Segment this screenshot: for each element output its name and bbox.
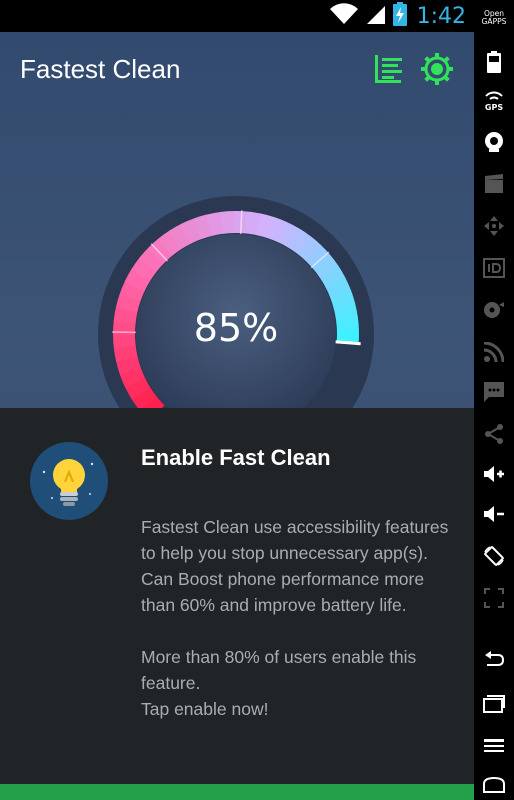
gauge-arc-segment bbox=[277, 221, 300, 248]
gps-label: GPS bbox=[485, 103, 503, 112]
emulator-toolbar: Open GAPPS GPS bbox=[474, 0, 514, 800]
gauge-arc-segment bbox=[267, 217, 288, 243]
gauge-arc-segment bbox=[131, 257, 157, 282]
gauge-arc-segment bbox=[313, 254, 339, 279]
gauge-arc-segment bbox=[169, 223, 192, 250]
id-icon[interactable] bbox=[482, 256, 506, 280]
app-bar: Fastest Clean bbox=[0, 32, 474, 108]
dialog-title: Enable Fast Clean bbox=[141, 445, 331, 470]
gauge-arc-segment bbox=[138, 247, 165, 273]
gauge-arc-segment bbox=[319, 265, 346, 289]
gauge-arc-segment bbox=[124, 269, 151, 292]
settings-gear-icon bbox=[421, 53, 453, 85]
gauge-arc-segment bbox=[119, 281, 145, 302]
back-icon[interactable] bbox=[482, 648, 506, 672]
app-title: Fastest Clean bbox=[20, 54, 181, 84]
gauge-arc-segment bbox=[119, 367, 146, 388]
gauge-arc-segment bbox=[330, 289, 356, 310]
dialog-paragraph: More than 80% of users enable this featu… bbox=[141, 647, 417, 719]
dialog-paragraph: Fastest Clean use accessibility features… bbox=[141, 517, 449, 615]
settings-button[interactable] bbox=[420, 52, 454, 86]
gauge-arc-segment bbox=[256, 213, 275, 239]
gps-icon[interactable]: GPS bbox=[482, 88, 506, 112]
sms-icon[interactable] bbox=[482, 380, 506, 404]
gauge-arc-segment bbox=[125, 377, 151, 400]
menu-icon[interactable] bbox=[482, 734, 506, 758]
gauge-arc-segment bbox=[116, 356, 141, 376]
list-menu-icon bbox=[375, 55, 402, 83]
app-screen: Fastest Clean 85% Enable Fast Clean Fast… bbox=[0, 32, 474, 800]
lightbulb-icon bbox=[30, 442, 108, 520]
recents-icon[interactable] bbox=[482, 692, 506, 716]
gauge-arc-segment bbox=[180, 218, 202, 244]
gauge-arc-segment bbox=[131, 387, 158, 411]
gauge-arc-segment bbox=[157, 230, 182, 257]
volume-up-icon[interactable] bbox=[482, 462, 506, 486]
gauge-value: 85% bbox=[193, 306, 279, 350]
enable-dialog: Enable Fast Clean Fastest Clean use acce… bbox=[0, 408, 474, 800]
gauge-arc-segment bbox=[245, 211, 262, 236]
status-clock: 1:42 bbox=[416, 3, 466, 29]
list-menu-button[interactable] bbox=[372, 52, 406, 86]
signal-icon bbox=[365, 2, 387, 31]
status-bar: 1:42 bbox=[0, 0, 474, 32]
gauge-arc-segment bbox=[193, 214, 213, 240]
fullscreen-icon[interactable] bbox=[482, 586, 506, 610]
share-icon[interactable] bbox=[482, 422, 506, 446]
gauge-arc-segment bbox=[233, 211, 248, 234]
disk-icon[interactable] bbox=[482, 298, 506, 322]
rss-icon[interactable] bbox=[482, 340, 506, 364]
gauge-arc-segment bbox=[296, 235, 322, 262]
volume-down-icon[interactable] bbox=[482, 502, 506, 526]
home-icon[interactable] bbox=[482, 772, 506, 796]
wifi-icon bbox=[329, 2, 359, 31]
gauge-arc-segment bbox=[325, 277, 352, 299]
gauge-arc-segment bbox=[219, 211, 235, 234]
gauge-arc-segment bbox=[287, 228, 311, 254]
battery-charging-icon bbox=[392, 1, 407, 31]
gauge-arc-segment bbox=[206, 211, 224, 236]
enable-button[interactable] bbox=[0, 784, 474, 800]
rotate-icon[interactable] bbox=[482, 544, 506, 568]
dialog-body: Fastest Clean use accessibility features… bbox=[141, 514, 453, 748]
gauge-arc-segment bbox=[305, 244, 331, 270]
battery-icon[interactable] bbox=[482, 50, 506, 74]
camera-icon[interactable] bbox=[482, 130, 506, 154]
open-gapps-label[interactable]: Open GAPPS bbox=[476, 10, 512, 26]
dpad-icon[interactable] bbox=[482, 214, 506, 238]
clapperboard-icon[interactable] bbox=[482, 172, 506, 196]
